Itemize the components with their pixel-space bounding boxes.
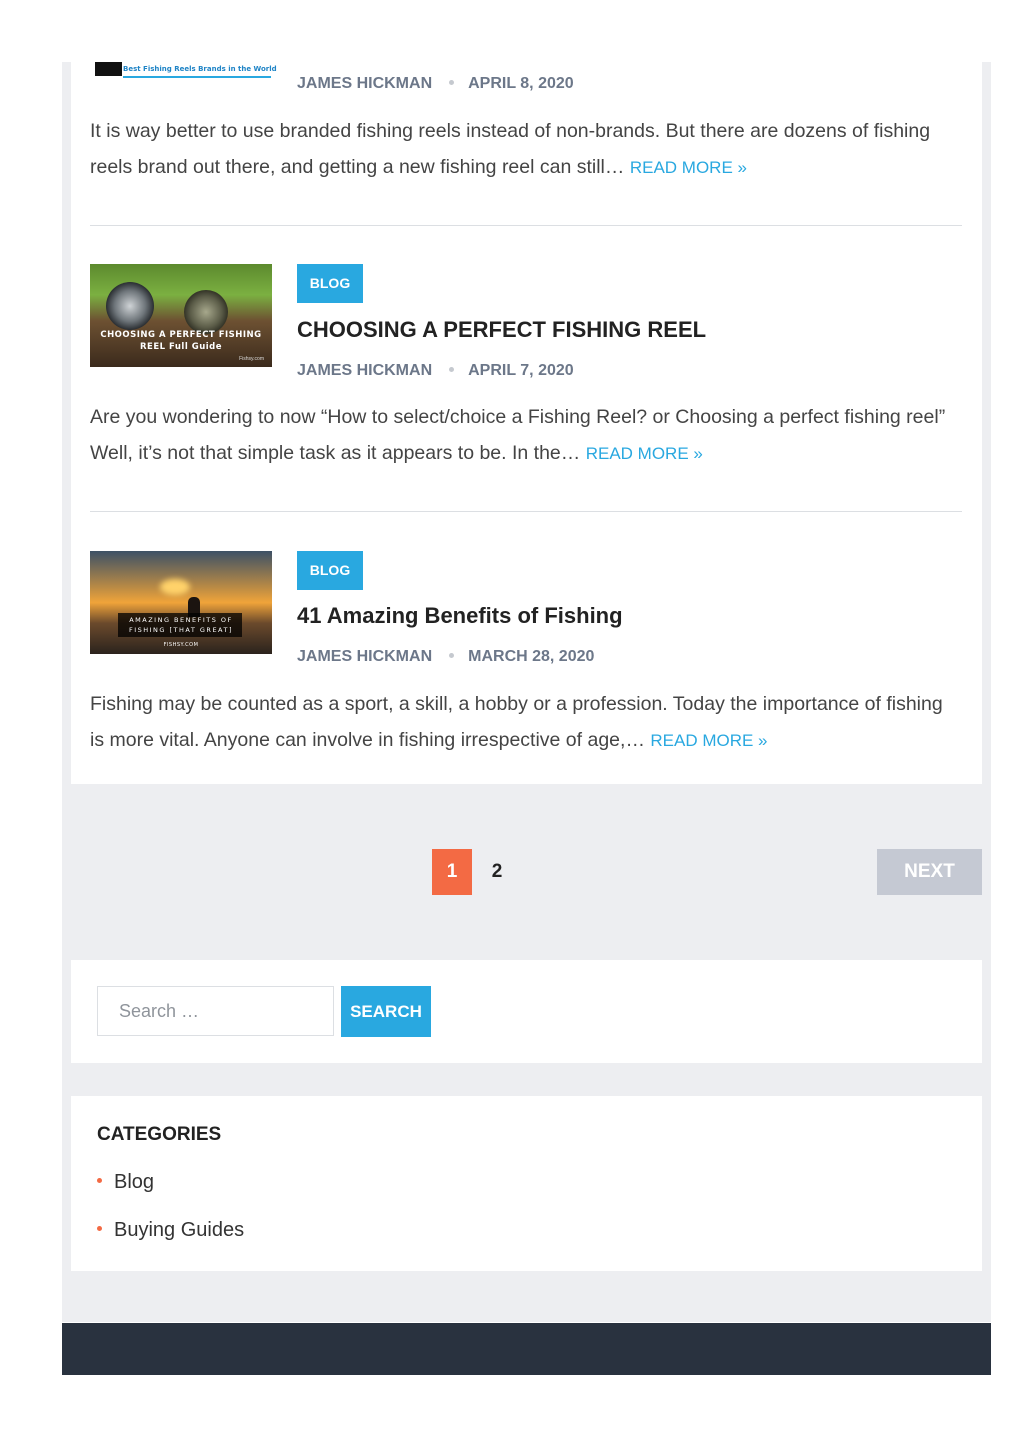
post-excerpt: Are you wondering to now “How to select/… [90, 399, 960, 472]
bullet-icon [97, 1226, 102, 1232]
site-footer [62, 1323, 991, 1375]
read-more-link[interactable]: READ MORE » [630, 158, 747, 177]
reel-image [184, 290, 228, 334]
category-item-blog[interactable]: Blog [97, 1171, 154, 1194]
post-author[interactable]: JAMES HICKMAN [297, 362, 432, 379]
thumbnail-logo [95, 62, 122, 76]
search-input[interactable] [97, 986, 334, 1036]
post-excerpt: It is way better to use branded fishing … [90, 113, 960, 186]
sun-image [160, 579, 190, 595]
category-label: Buying Guides [114, 1219, 245, 1241]
thumbnail-credit: Fishsy.com [239, 356, 264, 362]
page-link-2[interactable]: 2 [477, 849, 517, 895]
thumbnail-caption: CHOOSING A PERFECT FISHING [100, 330, 262, 340]
category-badge[interactable]: BLOG [297, 264, 363, 303]
category-label: Blog [114, 1171, 155, 1193]
thumbnail-caption: Best Fishing Reels Brands in the World [123, 65, 277, 73]
excerpt-text: Fishing may be counted as a sport, a ski… [90, 693, 943, 751]
next-page-button[interactable]: NEXT [877, 849, 982, 895]
thumbnail-caption: REEL Full Guide [139, 342, 223, 352]
thumbnail-caption: AMAZING BENEFITS OF [129, 616, 233, 624]
meta-separator [449, 79, 455, 85]
post-thumbnail[interactable]: CHOOSING A PERFECT FISHING REEL Full Gui… [90, 264, 272, 367]
post-title[interactable]: CHOOSING A PERFECT FISHING REEL [297, 317, 706, 343]
post-date[interactable]: APRIL 8, 2020 [468, 75, 574, 92]
category-badge[interactable]: BLOG [297, 551, 363, 590]
post-thumbnail[interactable]: Best Fishing Reels Brands in the World [95, 62, 277, 82]
excerpt-text: It is way better to use branded fishing … [90, 120, 931, 178]
excerpt-text: Are you wondering to now “How to select/… [90, 406, 946, 464]
post-author[interactable]: JAMES HICKMAN [297, 75, 432, 92]
post-meta: JAMES HICKMAN APRIL 7, 2020 [297, 362, 574, 380]
categories-title: CATEGORIES [97, 1124, 222, 1145]
post-thumbnail[interactable]: AMAZING BENEFITS OF FISHING [THAT GREAT]… [90, 551, 272, 654]
thumbnail-underline [123, 76, 271, 78]
meta-separator [449, 366, 455, 372]
search-button[interactable]: SEARCH [341, 986, 431, 1037]
read-more-link[interactable]: READ MORE » [586, 444, 703, 463]
page-current: 1 [432, 849, 472, 895]
bullet-icon [97, 1178, 102, 1184]
categories-widget [71, 1096, 982, 1271]
post-divider [90, 225, 962, 226]
meta-separator [449, 652, 455, 658]
category-item-buying-guides[interactable]: Buying Guides [97, 1219, 244, 1242]
post-excerpt: Fishing may be counted as a sport, a ski… [90, 686, 960, 759]
post-title[interactable]: 41 Amazing Benefits of Fishing [297, 603, 623, 629]
thumbnail-caption: FISHING [THAT GREAT] [128, 626, 234, 634]
read-more-link[interactable]: READ MORE » [650, 731, 767, 750]
post-date[interactable]: MARCH 28, 2020 [468, 648, 594, 665]
post-divider [90, 511, 962, 512]
thumbnail-credit: FISHSY.COM [163, 642, 199, 648]
post-meta: JAMES HICKMAN MARCH 28, 2020 [297, 648, 594, 666]
post-author[interactable]: JAMES HICKMAN [297, 648, 432, 665]
post-date[interactable]: APRIL 7, 2020 [468, 362, 574, 379]
reel-image [106, 282, 154, 330]
post-meta: JAMES HICKMAN APRIL 8, 2020 [297, 75, 574, 93]
